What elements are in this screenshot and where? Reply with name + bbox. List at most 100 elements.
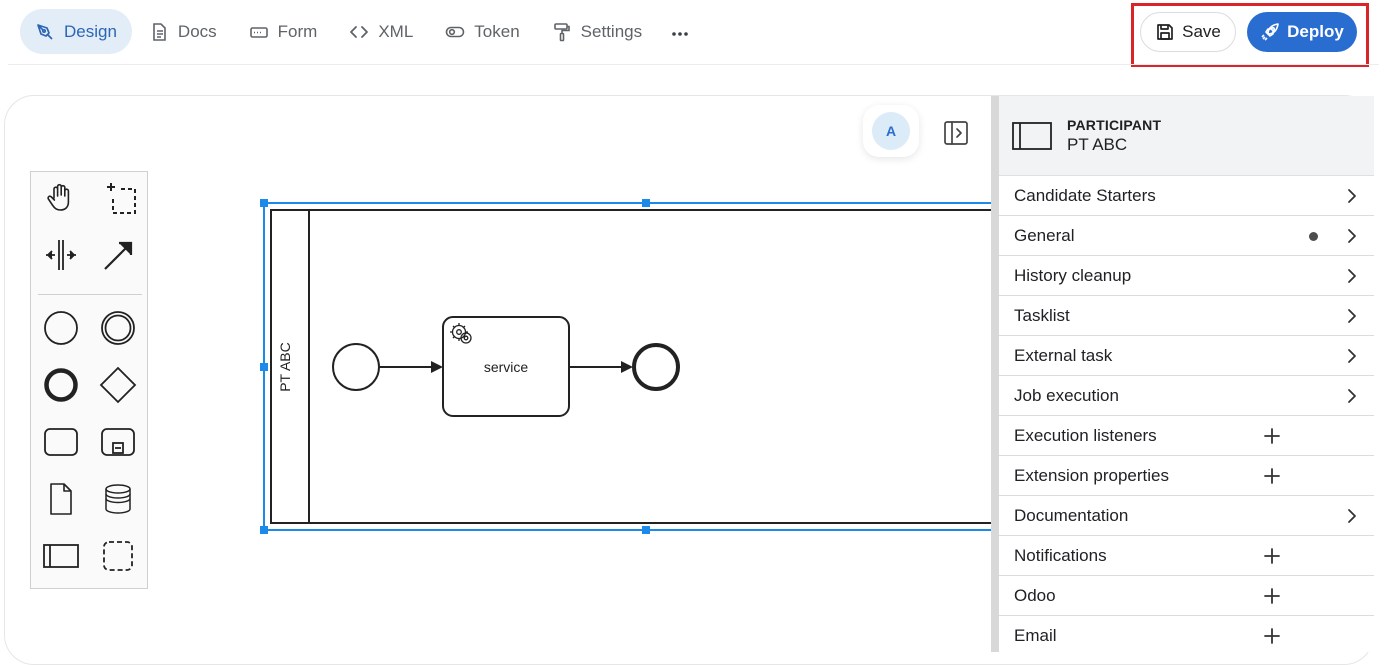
- deploy-label: Deploy: [1287, 22, 1344, 41]
- group-label: General: [1014, 225, 1075, 245]
- pool-icon: [42, 542, 80, 575]
- lasso-tool[interactable]: [96, 178, 140, 222]
- group-label: Email: [1014, 625, 1057, 645]
- view-tabs: Design Docs Form XML Token Settings: [20, 9, 703, 54]
- properties-panel: PARTICIPANT PT ABC Candidate Starters Ge…: [991, 96, 1374, 652]
- panel-collapse-icon: [942, 121, 970, 151]
- chevron-right-icon: [1344, 348, 1360, 364]
- group-icon: [101, 539, 135, 578]
- start-event-icon: [43, 310, 79, 351]
- paint-roller-icon: [552, 22, 572, 42]
- resize-handle[interactable]: [260, 199, 268, 207]
- tab-label: Token: [474, 21, 520, 41]
- group-label: Odoo: [1014, 585, 1056, 605]
- element-name: PT ABC: [1067, 134, 1128, 154]
- space-tool[interactable]: [39, 235, 83, 279]
- resize-handle[interactable]: [260, 363, 268, 371]
- group-label: Extension properties: [1014, 465, 1169, 485]
- toolbar-divider: [8, 64, 1379, 65]
- create-pool[interactable]: [39, 536, 83, 580]
- hand-tool[interactable]: [39, 178, 83, 222]
- subprocess-icon: [100, 427, 136, 462]
- create-end-event[interactable]: [39, 365, 83, 409]
- create-data-store[interactable]: [96, 479, 140, 523]
- create-group[interactable]: [96, 536, 140, 580]
- group-external-task[interactable]: External task: [999, 336, 1374, 376]
- group-label: Notifications: [1014, 545, 1107, 565]
- group-general[interactable]: General: [999, 216, 1374, 256]
- tab-label: Form: [277, 21, 318, 41]
- form-field-icon: [249, 22, 269, 42]
- more-options-button[interactable]: [659, 9, 701, 54]
- group-extension-properties[interactable]: Extension properties: [999, 456, 1374, 496]
- chevron-right-icon: [1344, 508, 1360, 524]
- tab-label: Design: [64, 21, 117, 41]
- tab-xml[interactable]: XML: [334, 9, 428, 54]
- group-label: History cleanup: [1014, 265, 1132, 285]
- avatar[interactable]: A: [872, 112, 910, 150]
- chevron-right-icon: [1344, 308, 1360, 324]
- group-label: Job execution: [1014, 385, 1119, 405]
- tab-form[interactable]: Form: [234, 9, 333, 54]
- group-execution-listeners[interactable]: Execution listeners: [999, 416, 1374, 456]
- lasso-icon: [99, 179, 137, 222]
- plus-icon[interactable]: [1263, 587, 1281, 605]
- create-gateway[interactable]: [96, 365, 140, 409]
- end-event[interactable]: [632, 343, 680, 391]
- group-tasklist[interactable]: Tasklist: [999, 296, 1374, 336]
- chevron-right-icon: [1344, 228, 1360, 244]
- create-start-event[interactable]: [39, 308, 83, 352]
- plus-icon[interactable]: [1263, 627, 1281, 645]
- resize-handle[interactable]: [642, 526, 650, 534]
- tab-settings[interactable]: Settings: [537, 9, 657, 54]
- group-odoo[interactable]: Odoo: [999, 576, 1374, 616]
- create-subprocess[interactable]: [96, 422, 140, 466]
- collaborators: A: [863, 105, 919, 157]
- document-icon: [149, 22, 169, 42]
- group-label: Execution listeners: [1014, 425, 1157, 445]
- data-object-icon: [46, 481, 76, 522]
- floppy-disk-icon: [1155, 22, 1175, 42]
- data-indicator-dot: [1309, 232, 1318, 241]
- group-label: Tasklist: [1014, 305, 1070, 325]
- tab-label: Docs: [177, 21, 217, 41]
- data-store-icon: [103, 483, 133, 520]
- palette-separator: [38, 294, 142, 295]
- group-notifications[interactable]: Notifications: [999, 536, 1374, 576]
- tab-design[interactable]: Design: [20, 9, 132, 54]
- group-label: Candidate Starters: [1014, 185, 1156, 205]
- resize-handle[interactable]: [642, 199, 650, 207]
- chevron-right-icon: [1344, 188, 1360, 204]
- gateway-icon: [99, 366, 137, 409]
- connect-tool[interactable]: [96, 235, 140, 279]
- group-job-execution[interactable]: Job execution: [999, 376, 1374, 416]
- create-data-object[interactable]: [39, 479, 83, 523]
- group-label: Documentation: [1014, 505, 1129, 525]
- tab-token[interactable]: Token: [430, 9, 534, 54]
- create-intermediate-event[interactable]: [96, 308, 140, 352]
- create-task[interactable]: [39, 422, 83, 466]
- service-task[interactable]: service: [442, 316, 570, 417]
- task-icon: [43, 427, 79, 462]
- deploy-button[interactable]: Deploy: [1247, 12, 1357, 52]
- group-candidate-starters[interactable]: Candidate Starters: [999, 176, 1374, 216]
- end-event-icon: [43, 367, 79, 408]
- resize-handle[interactable]: [260, 526, 268, 534]
- participant-icon: [1011, 121, 1053, 151]
- bpmn-diagram: PT ABC service: [250, 190, 996, 545]
- plus-icon[interactable]: [1263, 467, 1281, 485]
- plus-icon[interactable]: [1263, 427, 1281, 445]
- code-brackets-icon: [349, 22, 369, 42]
- group-history-cleanup[interactable]: History cleanup: [999, 256, 1374, 296]
- participant-label: PT ABC: [277, 342, 293, 392]
- plus-icon[interactable]: [1263, 547, 1281, 565]
- start-event[interactable]: [332, 343, 380, 391]
- save-button[interactable]: Save: [1140, 12, 1236, 52]
- tab-docs[interactable]: Docs: [134, 9, 232, 54]
- save-label: Save: [1182, 22, 1221, 41]
- space-tool-icon: [42, 236, 80, 279]
- pen-nib-icon: [35, 22, 55, 42]
- group-email[interactable]: Email: [999, 616, 1374, 652]
- toggle-properties-panel-button[interactable]: [942, 119, 970, 147]
- group-documentation[interactable]: Documentation: [999, 496, 1374, 536]
